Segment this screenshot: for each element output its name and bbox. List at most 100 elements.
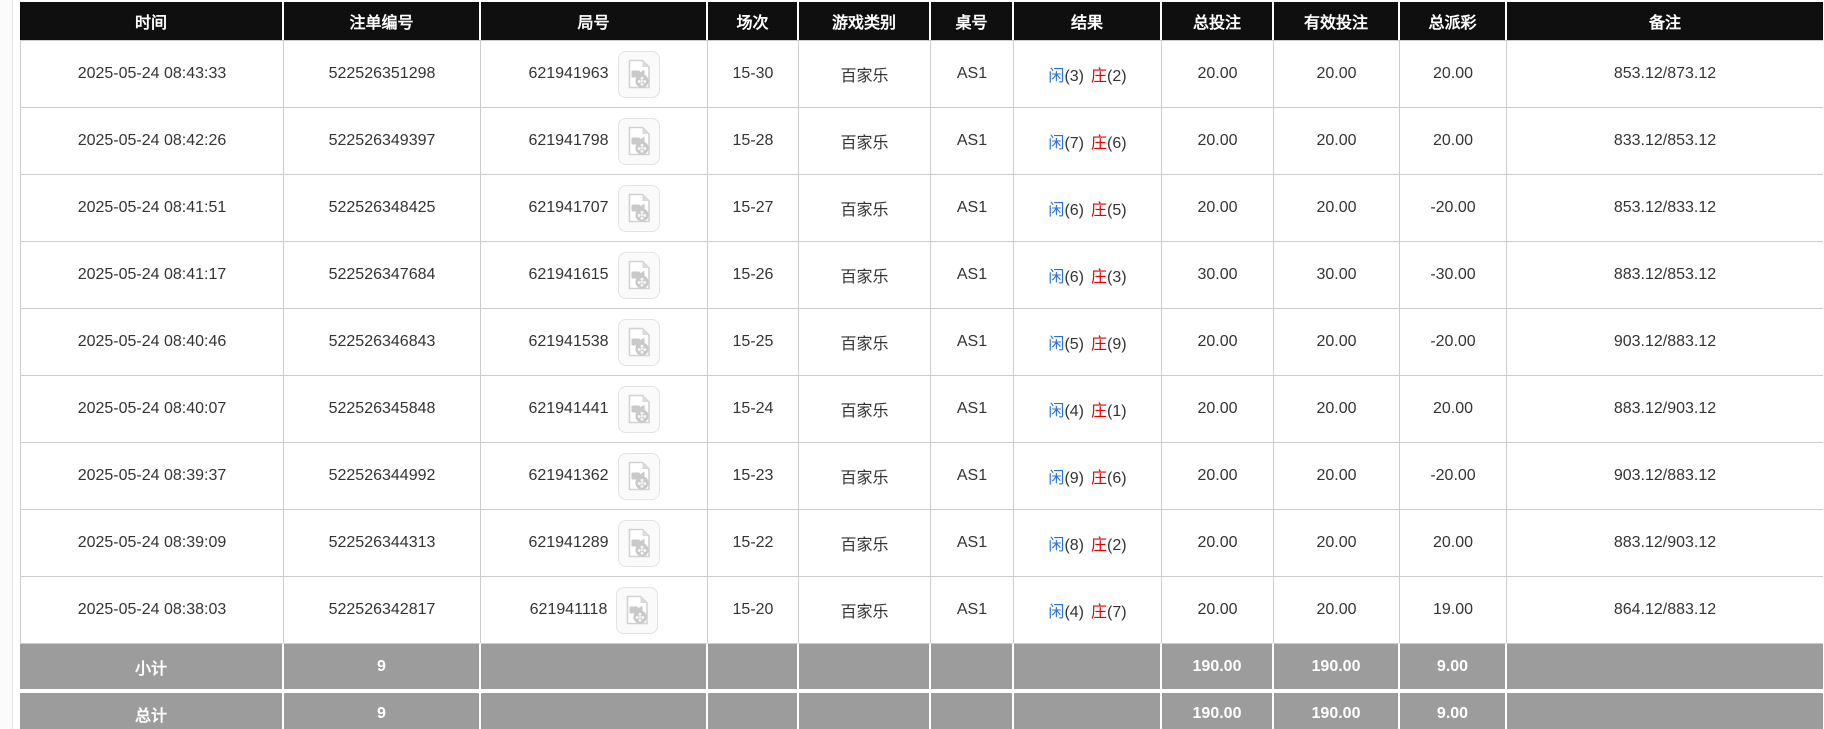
cell-valid-bet: 20.00 (1274, 308, 1400, 375)
cell-bet-id: 522526345848 (284, 375, 481, 442)
cell-game-type: 百家乐 (799, 375, 931, 442)
grand-total-row: 总计 9 190.00 190.00 9.00 (20, 689, 1823, 729)
cell-payout: -20.00 (1400, 442, 1507, 509)
result-player-score: (4) (1064, 403, 1084, 420)
cell-session: 15-22 (708, 509, 799, 576)
table-summary: 小计 9 190.00 190.00 9.00 总计 9 190.00 190.… (20, 643, 1823, 729)
col-header-time: 时间 (20, 2, 284, 40)
result-player-score: (6) (1064, 202, 1084, 219)
col-header-game-type: 游戏类别 (799, 2, 931, 40)
cell-time: 2025-05-24 08:40:07 (20, 375, 284, 442)
cell-remark: 883.12/903.12 (1507, 509, 1823, 576)
subtotal-empty-cell (708, 643, 799, 689)
table-row: 2025-05-24 08:40:07 522526345848 6219414… (20, 375, 1823, 442)
cell-bet-id: 522526351298 (284, 40, 481, 107)
cell-time: 2025-05-24 08:38:03 (20, 576, 284, 643)
result-banker-label: 庄 (1091, 403, 1108, 420)
cell-total-bet: 20.00 (1162, 576, 1274, 643)
cell-total-bet: 20.00 (1162, 375, 1274, 442)
col-header-remark: 备注 (1507, 2, 1823, 40)
table-row: 2025-05-24 08:39:37 522526344992 6219413… (20, 442, 1823, 509)
round-id-text: 621941441 (528, 400, 609, 417)
result-player-label: 闲 (1048, 336, 1065, 353)
cell-total-bet: 20.00 (1162, 509, 1274, 576)
table-header: 时间 注单编号 局号 场次 游戏类别 桌号 结果 总投注 有效投注 总派彩 备注 (20, 2, 1823, 40)
result-banker-score: (6) (1107, 470, 1127, 487)
video-replay-button[interactable] (617, 50, 660, 98)
subtotal-payout: 9.00 (1400, 643, 1507, 689)
result-player-label: 闲 (1048, 135, 1065, 152)
result-banker-label: 庄 (1091, 470, 1108, 487)
col-header-payout: 总派彩 (1400, 2, 1507, 40)
video-replay-button[interactable] (616, 586, 659, 634)
cell-total-bet: 20.00 (1162, 442, 1274, 509)
cell-payout: -20.00 (1400, 174, 1507, 241)
cell-result: 闲(8) 庄(2) (1014, 509, 1162, 576)
result-banker-label: 庄 (1091, 68, 1108, 85)
result-player-score: (4) (1064, 604, 1084, 621)
cell-time: 2025-05-24 08:40:46 (20, 308, 284, 375)
cell-round-id: 621941441 (481, 375, 708, 442)
video-replay-button[interactable] (617, 184, 660, 232)
video-replay-button[interactable] (617, 117, 660, 165)
video-replay-button[interactable] (617, 519, 660, 567)
col-header-valid-bet: 有效投注 (1274, 2, 1400, 40)
video-replay-icon (625, 258, 653, 292)
cell-remark: 903.12/883.12 (1507, 308, 1823, 375)
grand-total-empty-cell (1014, 689, 1162, 729)
cell-round-id: 621941798 (481, 107, 708, 174)
col-header-round-id: 局号 (481, 2, 708, 40)
cell-payout: -20.00 (1400, 308, 1507, 375)
cell-payout: 20.00 (1400, 40, 1507, 107)
round-id-text: 621941362 (528, 467, 609, 484)
cell-time: 2025-05-24 08:39:09 (20, 509, 284, 576)
cell-game-type: 百家乐 (799, 308, 931, 375)
cell-session: 15-26 (708, 241, 799, 308)
cell-session: 15-23 (708, 442, 799, 509)
video-replay-icon (625, 392, 653, 426)
cell-table-no: AS1 (931, 107, 1014, 174)
result-banker-score: (1) (1107, 403, 1127, 420)
video-replay-button[interactable] (617, 318, 660, 366)
cell-valid-bet: 20.00 (1274, 375, 1400, 442)
cell-game-type: 百家乐 (799, 509, 931, 576)
cell-table-no: AS1 (931, 576, 1014, 643)
cell-remark: 833.12/853.12 (1507, 107, 1823, 174)
betting-records-page: 时间 注单编号 局号 场次 游戏类别 桌号 结果 总投注 有效投注 总派彩 备注… (0, 0, 1824, 729)
cell-session: 15-27 (708, 174, 799, 241)
video-replay-button[interactable] (617, 385, 660, 433)
table-row: 2025-05-24 08:38:03 522526342817 6219411… (20, 576, 1823, 643)
cell-bet-id: 522526344992 (284, 442, 481, 509)
video-replay-button[interactable] (617, 251, 660, 299)
grand-total-valid-bet: 190.00 (1274, 689, 1400, 729)
cell-table-no: AS1 (931, 308, 1014, 375)
result-banker-label: 庄 (1091, 604, 1108, 621)
result-banker-score: (5) (1107, 202, 1127, 219)
cell-game-type: 百家乐 (799, 241, 931, 308)
grand-total-label: 总计 (20, 689, 284, 729)
result-player-label: 闲 (1048, 403, 1065, 420)
result-banker-label: 庄 (1091, 336, 1108, 353)
cell-bet-id: 522526346843 (284, 308, 481, 375)
video-replay-icon (625, 124, 653, 158)
result-player-label: 闲 (1048, 470, 1065, 487)
cell-table-no: AS1 (931, 174, 1014, 241)
cell-valid-bet: 20.00 (1274, 107, 1400, 174)
table-body: 2025-05-24 08:43:33 522526351298 6219419… (20, 40, 1823, 643)
cell-payout: -30.00 (1400, 241, 1507, 308)
video-replay-button[interactable] (617, 452, 660, 500)
cell-round-id: 621941118 (481, 576, 708, 643)
table-row: 2025-05-24 08:41:17 522526347684 6219416… (20, 241, 1823, 308)
col-header-table-no: 桌号 (931, 2, 1014, 40)
video-replay-icon (625, 526, 653, 560)
cell-table-no: AS1 (931, 509, 1014, 576)
result-player-label: 闲 (1048, 604, 1065, 621)
subtotal-empty-cell (1507, 643, 1823, 689)
cell-game-type: 百家乐 (799, 40, 931, 107)
grand-total-count: 9 (284, 689, 481, 729)
round-id-text: 621941707 (528, 199, 609, 216)
cell-time: 2025-05-24 08:41:17 (20, 241, 284, 308)
round-id-text: 621941963 (528, 65, 609, 82)
subtotal-row: 小计 9 190.00 190.00 9.00 (20, 643, 1823, 689)
cell-remark: 883.12/903.12 (1507, 375, 1823, 442)
